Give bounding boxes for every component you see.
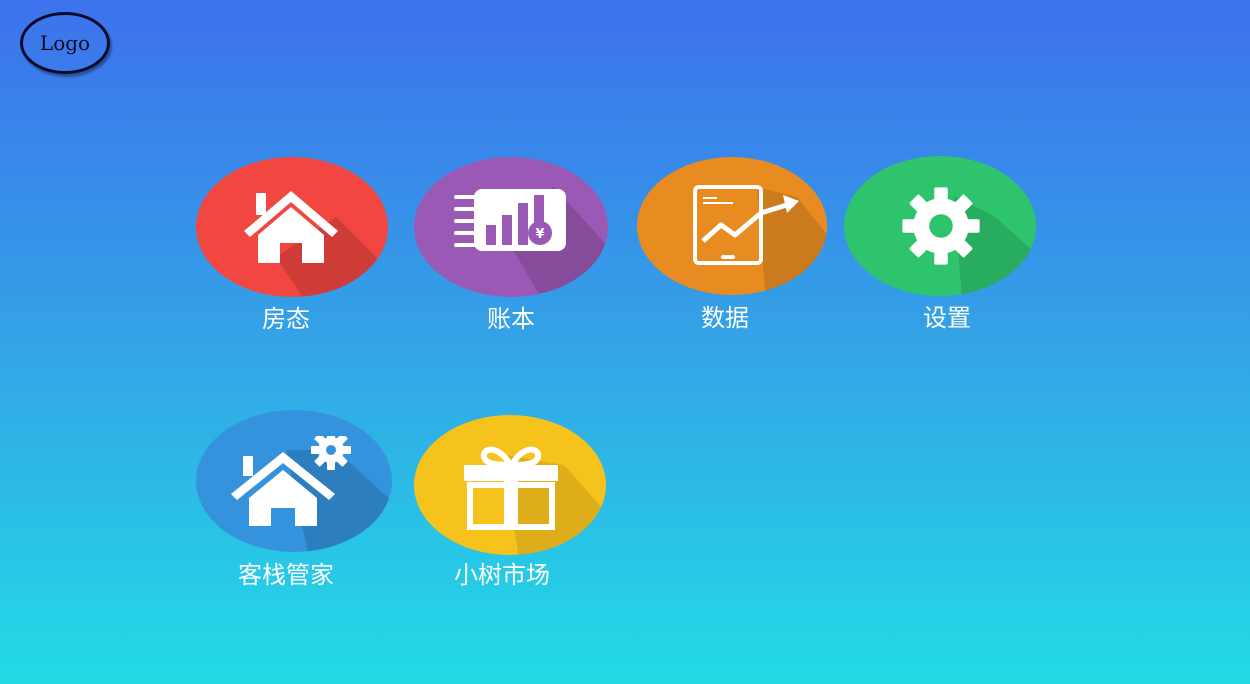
inn-manager-circle <box>196 410 392 552</box>
tile-label: 房态 <box>262 305 310 333</box>
tile-market[interactable]: 小树市场 <box>414 415 606 589</box>
logo: Logo <box>20 12 110 74</box>
svg-text:¥: ¥ <box>535 227 544 242</box>
gift-icon <box>464 446 558 530</box>
tablet-trend-icon <box>693 185 799 265</box>
ledger-chart-icon: ¥ <box>454 189 566 251</box>
room-status-circle <box>196 157 388 297</box>
tile-room-status[interactable]: 房态 <box>196 157 388 333</box>
gear-icon <box>902 187 980 265</box>
settings-circle <box>844 156 1036 296</box>
house-gear-icon <box>231 436 351 526</box>
tile-data[interactable]: 数据 <box>637 157 827 332</box>
tile-label: 小树市场 <box>454 561 550 589</box>
data-circle <box>637 157 827 295</box>
tile-inn-manager[interactable]: 客栈管家 <box>196 410 392 589</box>
tile-label: 设置 <box>923 304 971 332</box>
tile-settings[interactable]: 设置 <box>844 156 1036 332</box>
tile-label: 客栈管家 <box>238 561 334 589</box>
ledger-circle: ¥ <box>414 157 608 297</box>
tile-label: 数据 <box>701 304 749 332</box>
tile-ledger[interactable]: ¥ 账本 <box>414 157 608 333</box>
tile-label: 账本 <box>487 305 535 333</box>
house-icon <box>244 191 338 263</box>
market-circle <box>414 415 606 555</box>
